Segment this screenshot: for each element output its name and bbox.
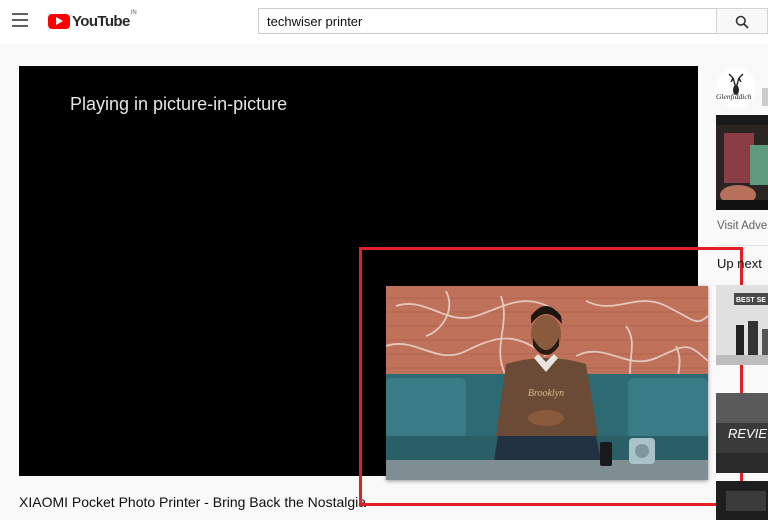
logo-text: YouTube [72,12,130,30]
masthead: YouTube IN [0,0,768,44]
ad-thumbnail[interactable] [716,115,768,210]
ad-action-button[interactable] [762,88,768,106]
sidebar-divider [716,245,768,246]
youtube-logo[interactable]: YouTube IN [48,10,137,32]
up-next-heading: Up next [717,256,762,271]
up-next-thumbnail-image: REVIE [716,393,768,473]
thumb-label-best: BEST SE [736,297,766,304]
video-title: XIAOMI Pocket Photo Printer - Bring Back… [19,494,367,510]
search-icon [735,15,749,29]
visit-advertiser-link[interactable]: Visit Advertiser [717,220,768,232]
pip-message: Playing in picture-in-picture [70,94,288,114]
search-button[interactable] [716,8,768,34]
up-next-thumbnail-image: BEST SE [716,285,768,365]
search-input[interactable] [258,8,717,34]
menu-icon[interactable] [12,13,28,27]
up-next-thumbnail-image [716,481,768,520]
pip-window[interactable]: Brooklyn [386,286,708,480]
up-next-thumbnail[interactable] [716,481,768,520]
stag-logo-icon[interactable] [716,68,756,108]
ad-brand: Glenfiddich [716,92,752,101]
up-next-thumbnail[interactable]: REVIE [716,393,768,473]
logo-region: IN [130,10,137,16]
thumb-label-review: REVIE [728,426,767,441]
youtube-play-icon [48,13,70,29]
ad-thumbnail-image [716,115,768,210]
pip-video-frame: Brooklyn [386,286,708,480]
up-next-thumbnail[interactable]: BEST SE [716,285,768,365]
pip-shirt-text: Brooklyn [528,388,564,399]
